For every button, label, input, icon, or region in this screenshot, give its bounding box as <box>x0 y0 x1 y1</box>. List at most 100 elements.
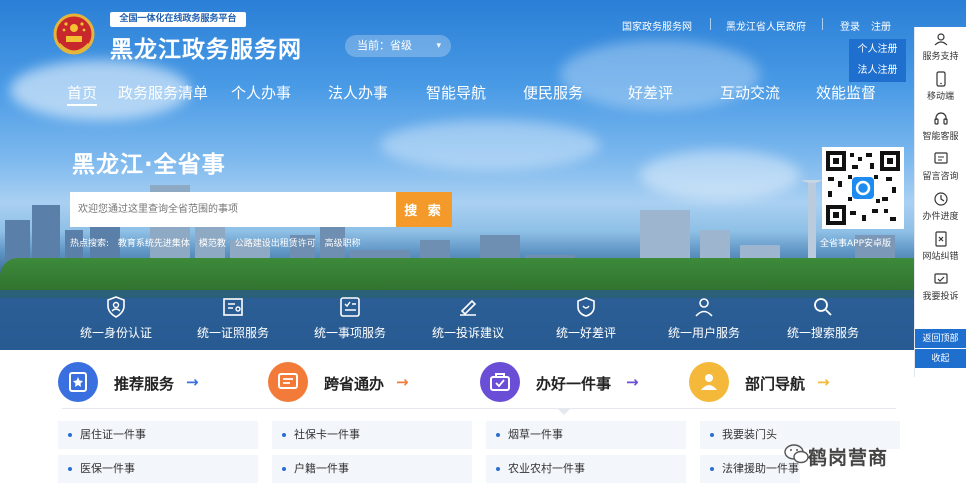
edit-icon <box>460 299 477 316</box>
bullet-icon <box>496 433 500 437</box>
heart-shield-icon <box>577 297 595 317</box>
arrow-right-icon: → <box>396 373 409 391</box>
category-recommended[interactable]: 推荐服务 → <box>58 362 218 404</box>
nav-personal[interactable]: 个人办事 <box>231 82 291 103</box>
shield-icon <box>107 296 125 318</box>
category-title: 推荐服务 <box>114 375 175 393</box>
nav-service-list[interactable]: 政务服务清单 <box>118 82 208 103</box>
service-user[interactable]: 统一用户服务 <box>645 290 763 341</box>
register-legal-option[interactable]: 法人注册 <box>849 60 906 81</box>
sidebar-smart-cs[interactable]: 智能客服 <box>915 107 966 147</box>
list-item-label: 社保卡一件事 <box>294 428 360 441</box>
nav-evaluation[interactable]: 好差评 <box>628 82 673 103</box>
sidebar-message[interactable]: 留言咨询 <box>915 147 966 187</box>
user-icon <box>695 298 713 317</box>
hot-search-item[interactable]: 教育系统先进集体 <box>118 239 190 249</box>
service-identity-auth[interactable]: 统一身份认证 <box>57 290 175 341</box>
arrow-right-icon: → <box>626 373 639 391</box>
sidebar-service-support[interactable]: 服务支持 <box>915 27 966 67</box>
service-matters[interactable]: 统一事项服务 <box>291 290 409 341</box>
complaint-icon <box>933 273 948 284</box>
service-good-bad-review[interactable]: 统一好差评 <box>527 290 645 341</box>
service-license[interactable]: 统一证照服务 <box>174 290 292 341</box>
sidebar-label: 服务支持 <box>922 52 959 62</box>
sidebar-complaint[interactable]: 我要投诉 <box>915 267 966 307</box>
hot-searches: 热点搜索: 教育系统先进集体 模范教 公路建设出租赁许可 高级职称 <box>70 236 367 249</box>
service-label: 统一事项服务 <box>313 326 386 340</box>
sidebar-error-report[interactable]: 网站纠错 <box>915 227 966 267</box>
national-emblem-icon <box>53 13 95 55</box>
service-label: 统一投诉建议 <box>431 326 504 340</box>
search-input[interactable] <box>70 192 397 227</box>
nav-convenience[interactable]: 便民服务 <box>523 82 583 103</box>
nav-supervision[interactable]: 效能监督 <box>816 82 876 103</box>
category-cross-province[interactable]: 跨省通办 → <box>268 362 428 404</box>
chevron-down-icon: ▾ <box>436 41 441 51</box>
list-item[interactable]: 农业农村一件事 <box>486 455 686 483</box>
bullet-icon <box>496 467 500 471</box>
hot-search-item[interactable]: 公路建设出租赁许可 <box>235 239 316 249</box>
message-icon <box>933 152 948 164</box>
hot-search-item[interactable]: 高级职称 <box>325 239 361 249</box>
list-item[interactable]: 社保卡一件事 <box>272 421 472 449</box>
category-one-thing[interactable]: 办好一件事 → <box>480 362 650 404</box>
list-item[interactable]: 居住证一件事 <box>58 421 258 449</box>
category-title: 跨省通办 <box>324 375 385 393</box>
sidebar-label: 留言咨询 <box>922 172 959 182</box>
sidebar-label: 移动端 <box>926 92 954 102</box>
list-item[interactable]: 户籍一件事 <box>272 455 472 483</box>
watermark: 鹤岗营商 <box>808 447 889 469</box>
login-link[interactable]: 登录 <box>840 18 860 33</box>
register-personal-option[interactable]: 个人注册 <box>849 39 906 60</box>
list-item-label: 农业农村一件事 <box>508 462 585 475</box>
service-label: 统一好差评 <box>555 326 616 340</box>
support-icon <box>934 33 947 46</box>
bullet-icon <box>710 433 714 437</box>
cross-province-icon <box>268 362 308 402</box>
service-label: 统一证照服务 <box>196 326 269 340</box>
service-complaint[interactable]: 统一投诉建议 <box>409 290 527 341</box>
arrow-right-icon: → <box>186 373 199 391</box>
sidebar-progress[interactable]: 办件进度 <box>915 187 966 227</box>
recommended-icon <box>58 362 98 402</box>
hot-search-item[interactable]: 模范教 <box>199 239 226 249</box>
qr-code-icon <box>826 151 900 225</box>
region-selector[interactable]: 当前：省级 ▾ <box>345 35 451 57</box>
divider <box>822 18 823 30</box>
site-title[interactable]: 黑龙江政务服务网 <box>110 30 302 64</box>
qr-caption: 全省事APP安卓版 <box>820 239 892 249</box>
list-item-label: 居住证一件事 <box>80 428 146 441</box>
bullet-icon <box>68 433 72 437</box>
list-item[interactable]: 医保一件事 <box>58 455 258 483</box>
nav-smart-guide[interactable]: 智能导航 <box>426 82 486 103</box>
register-link[interactable]: 注册 <box>871 18 891 33</box>
search-button[interactable]: 搜 索 <box>396 192 452 227</box>
category-department-nav[interactable]: 部门导航 → <box>689 362 849 404</box>
collapse-sidebar-button[interactable]: 收起 <box>915 349 966 369</box>
wechat-icon <box>784 444 809 464</box>
service-label: 统一搜索服务 <box>786 326 859 340</box>
app-qr-code <box>822 147 904 229</box>
nav-home[interactable]: 首页 <box>67 82 97 103</box>
sidebar-label: 我要投诉 <box>922 292 959 302</box>
region-label: 当前：省级 <box>357 39 412 52</box>
list-item[interactable]: 烟草一件事 <box>486 421 686 449</box>
briefcase-icon <box>480 362 520 402</box>
clock-icon <box>933 192 948 206</box>
mobile-icon <box>935 71 946 87</box>
bullet-icon <box>282 467 286 471</box>
nav-interaction[interactable]: 互动交流 <box>720 82 780 103</box>
checklist-icon <box>340 297 360 317</box>
hot-search-label: 热点搜索: <box>70 239 110 249</box>
service-search[interactable]: 统一搜索服务 <box>764 290 882 341</box>
register-dropdown: 个人注册 法人注册 <box>849 39 906 82</box>
nav-legal-person[interactable]: 法人办事 <box>328 82 388 103</box>
sidebar-mobile[interactable]: 移动端 <box>915 67 966 107</box>
link-province-government[interactable]: 黑龙江省人民政府 <box>726 18 806 33</box>
back-to-top-button[interactable]: 返回顶部 <box>915 329 966 349</box>
link-national-service[interactable]: 国家政务服务网 <box>622 18 692 33</box>
divider <box>710 18 711 30</box>
nav-active-indicator <box>67 104 97 106</box>
right-sidebar: 服务支持 移动端 智能客服 留言咨询 办件进度 网站纠错 我要投诉 返回顶部 收… <box>914 27 966 377</box>
list-item-label: 我要装门头 <box>722 428 777 441</box>
